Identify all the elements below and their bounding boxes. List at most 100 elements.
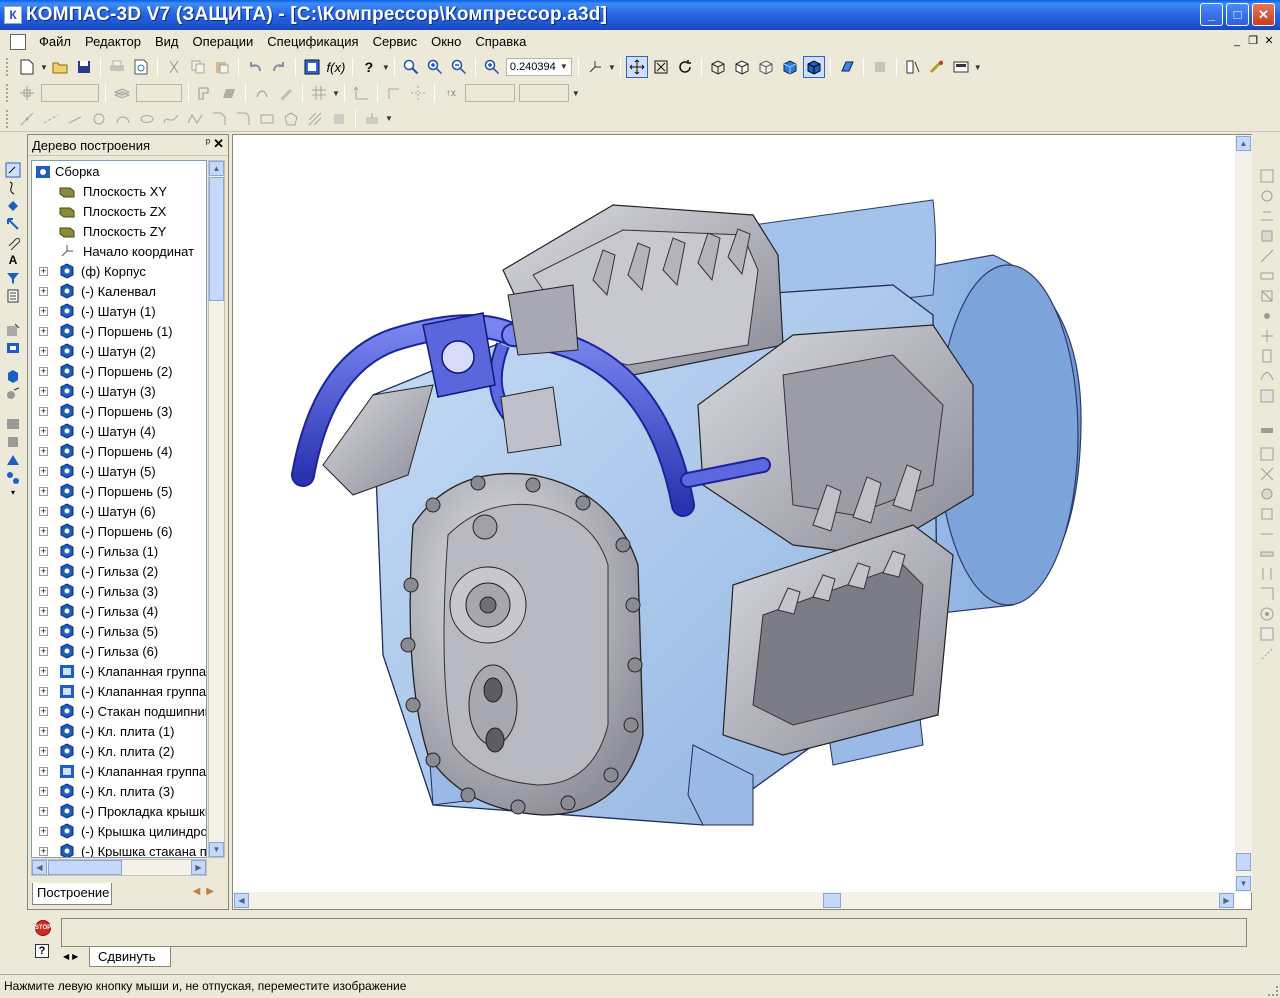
save-icon[interactable] <box>73 56 95 78</box>
coordinates-icon[interactable]: ↑x <box>440 82 462 104</box>
sketch-icon[interactable] <box>194 82 216 104</box>
tree-item[interactable]: + (-) Гильза (1) <box>32 541 206 561</box>
expand-icon[interactable]: + <box>39 786 48 796</box>
tree-item[interactable]: Начало координат <box>32 241 206 261</box>
library-icon[interactable] <box>4 416 22 432</box>
right-tool-10-icon[interactable] <box>1258 348 1276 364</box>
maximize-button[interactable]: □ <box>1226 3 1249 26</box>
expand-icon[interactable]: + <box>39 606 48 616</box>
variables-fx-icon[interactable]: f(x) <box>325 56 347 78</box>
measure-icon[interactable] <box>902 56 924 78</box>
compressor-model[interactable] <box>233 135 1233 891</box>
view-hscroll-thumb[interactable] <box>823 893 841 908</box>
menu-service[interactable]: Сервис <box>366 30 425 53</box>
zoom-all-icon[interactable] <box>650 56 672 78</box>
text-tool-icon[interactable]: A <box>4 252 22 268</box>
manager-library-icon[interactable] <box>301 56 323 78</box>
expand-icon[interactable]: + <box>39 846 48 856</box>
rotate-icon[interactable] <box>674 56 696 78</box>
tree-item[interactable]: + (-) Кл. плита (3) <box>32 781 206 801</box>
right-tool-14-icon[interactable] <box>1258 446 1276 462</box>
menu-view[interactable]: Вид <box>148 30 186 53</box>
expand-icon[interactable]: + <box>39 626 48 636</box>
expand-icon[interactable]: + <box>39 666 48 676</box>
coord-dropdown-icon[interactable]: ▼ <box>572 89 580 98</box>
view-scroll-right-icon[interactable]: ▶ <box>1219 893 1234 908</box>
edit-assembly-icon[interactable] <box>4 322 22 338</box>
more-tools-icon[interactable]: ▾ <box>0 488 26 497</box>
menu-editor[interactable]: Редактор <box>78 30 148 53</box>
right-tool-13-icon[interactable] <box>1258 426 1276 442</box>
hidden-lines-icon[interactable] <box>731 56 753 78</box>
tree-item[interactable]: + (-) Крышка цилиндров <box>32 821 206 841</box>
spline-tool-icon[interactable] <box>4 180 22 196</box>
projection-icon[interactable] <box>328 108 350 130</box>
report-icon[interactable] <box>950 56 972 78</box>
expand-icon[interactable]: + <box>39 586 48 596</box>
part-properties-icon[interactable] <box>869 56 891 78</box>
view-scroll-up-icon[interactable]: ▲ <box>1236 136 1251 151</box>
expand-icon[interactable]: + <box>39 286 48 296</box>
expand-icon[interactable]: + <box>39 426 48 436</box>
polyline-icon[interactable] <box>184 108 206 130</box>
snap-point-icon[interactable] <box>16 82 38 104</box>
ellipse-icon[interactable] <box>136 108 158 130</box>
macro-dropdown-icon[interactable]: ▼ <box>385 114 393 123</box>
tree-item[interactable]: + (-) Гильза (5) <box>32 621 206 641</box>
cut-icon[interactable] <box>163 56 185 78</box>
right-tool-16-icon[interactable] <box>1258 486 1276 502</box>
help-dropdown-icon[interactable]: ▼ <box>382 63 390 72</box>
state-field-1[interactable] <box>41 84 99 102</box>
arc-icon[interactable] <box>112 108 134 130</box>
right-tool-4-icon[interactable] <box>1258 228 1276 244</box>
tree-vertical-scrollbar[interactable]: ▲ ▼ <box>208 160 225 858</box>
print-icon[interactable] <box>106 56 128 78</box>
menu-operations[interactable]: Операции <box>185 30 260 53</box>
copy-icon[interactable] <box>187 56 209 78</box>
report-dropdown-icon[interactable]: ▼ <box>974 63 982 72</box>
tree-item[interactable]: Плоскость ZY <box>32 221 206 241</box>
tree-item[interactable]: + (-) Шатун (6) <box>32 501 206 521</box>
measure-tool-icon[interactable] <box>4 434 22 450</box>
tree-item[interactable]: + (-) Клапанная группа <box>32 661 206 681</box>
dimension-tool-icon[interactable] <box>4 198 22 214</box>
right-tool-8-icon[interactable] <box>1258 308 1276 324</box>
selection-tool-icon[interactable] <box>4 216 22 232</box>
expand-icon[interactable]: + <box>39 306 48 316</box>
expand-icon[interactable]: + <box>39 566 48 576</box>
menu-specification[interactable]: Спецификация <box>260 30 365 53</box>
view-vscroll-thumb[interactable] <box>1236 853 1251 871</box>
tree-close-icon[interactable]: ✕ <box>213 136 224 152</box>
right-tool-17-icon[interactable] <box>1258 506 1276 522</box>
model-viewport[interactable]: ▲ ▼ ◀ ▶ <box>232 134 1252 910</box>
tree-scroll-thumb[interactable] <box>209 177 224 301</box>
close-button[interactable]: ✕ <box>1252 3 1275 26</box>
viewport-vertical-scrollbar[interactable]: ▲ ▼ <box>1235 135 1252 892</box>
mate-icon[interactable] <box>4 386 22 402</box>
tree-item[interactable]: + (-) Каленвал <box>32 281 206 301</box>
tree-item[interactable]: Плоскость ZX <box>32 201 206 221</box>
help-icon[interactable]: ? <box>35 944 49 958</box>
tab-pan[interactable]: Сдвинуть <box>89 947 171 967</box>
macro-icon[interactable] <box>361 108 383 130</box>
right-tool-7-icon[interactable] <box>1258 288 1276 304</box>
menu-window[interactable]: Окно <box>424 30 468 53</box>
orientation-icon[interactable] <box>584 56 606 78</box>
right-tool-21-icon[interactable] <box>1258 586 1276 602</box>
attach-tool-icon[interactable] <box>4 234 22 250</box>
tab-build[interactable]: Построение <box>32 883 112 905</box>
tree-item[interactable]: + (-) Поршень (2) <box>32 361 206 381</box>
menu-file[interactable]: Файл <box>32 30 78 53</box>
add-component-icon[interactable] <box>4 340 22 356</box>
kompas-app-icon[interactable]: К <box>4 6 22 24</box>
zoom-scale-icon[interactable] <box>481 56 503 78</box>
tree-item[interactable]: + (-) Прокладка крышки <box>32 801 206 821</box>
ortho-icon[interactable] <box>383 82 405 104</box>
pin-icon[interactable]: ᵖ <box>206 137 210 149</box>
right-tool-20-icon[interactable] <box>1258 566 1276 582</box>
zoom-dropdown-icon[interactable]: ▼ <box>560 59 568 75</box>
tab-arrows-icon[interactable]: ◀▶ <box>193 886 220 897</box>
toolbar-grip[interactable] <box>6 58 11 76</box>
expand-icon[interactable]: + <box>39 766 48 776</box>
expand-icon[interactable]: + <box>39 806 48 816</box>
